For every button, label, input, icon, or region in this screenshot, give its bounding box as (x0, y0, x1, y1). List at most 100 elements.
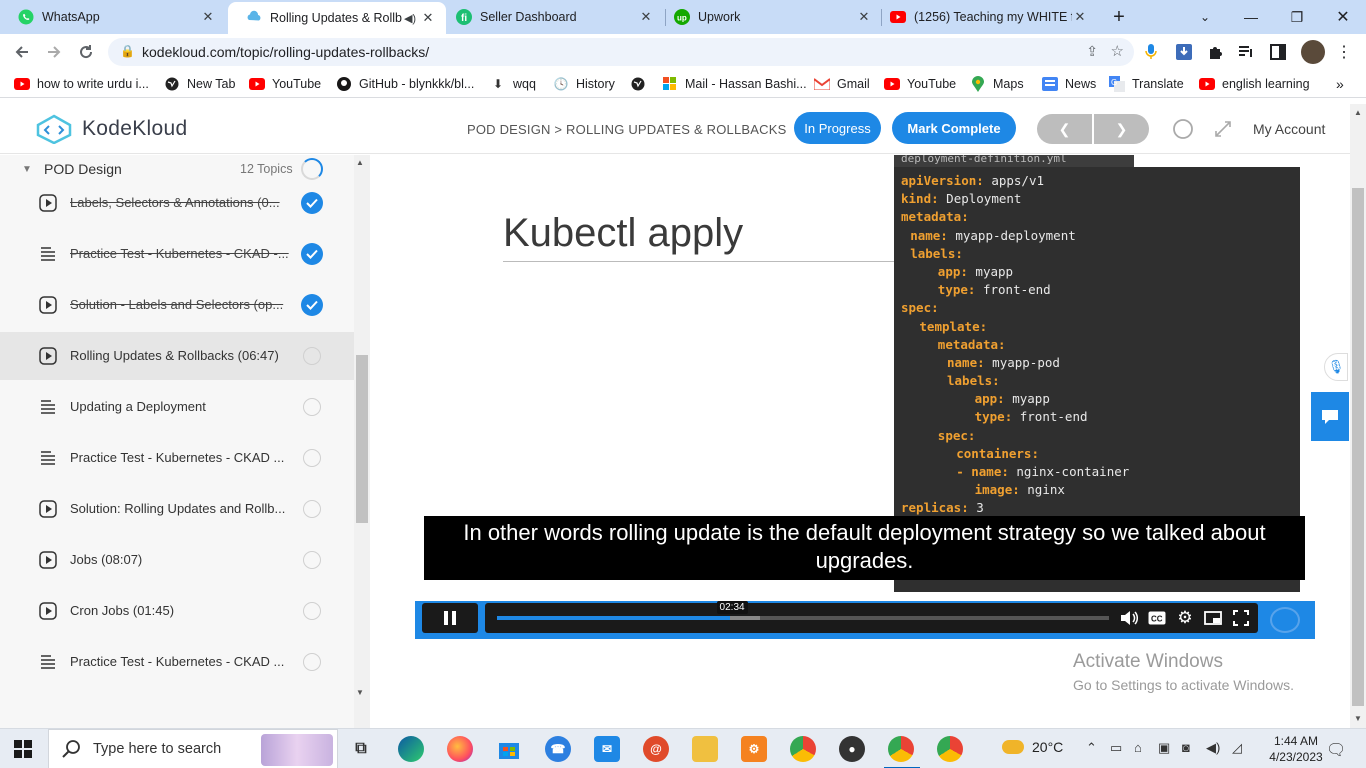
url-text[interactable]: kodekloud.com/topic/rolling-updates-roll… (142, 44, 429, 60)
bookmark-item[interactable]: YouTube (884, 75, 956, 93)
mark-complete-button[interactable]: Mark Complete (892, 112, 1016, 144)
minimize-icon[interactable]: — (1228, 0, 1274, 34)
seek-bar[interactable]: 02:34 (497, 601, 1109, 620)
closed-captions-icon[interactable]: CC (1147, 608, 1167, 628)
tray-camera-icon[interactable]: ◙ (1182, 740, 1190, 755)
settings-app-icon[interactable]: ⚙ (741, 736, 767, 762)
tab-youtube[interactable]: (1256) Teaching my WHITE fr ✕ (882, 0, 1098, 34)
mail-icon[interactable]: ✉ (594, 736, 620, 762)
close-icon[interactable]: ✕ (420, 10, 436, 26)
tab-whatsapp[interactable]: WhatsApp ✕ (0, 0, 226, 34)
firefox-icon[interactable] (447, 736, 473, 762)
notifications-icon[interactable]: 🗨 (1326, 740, 1346, 760)
sidebar-lesson-item[interactable]: Solution - Labels and Selectors (op... (0, 281, 354, 329)
download-extension-icon[interactable] (1174, 42, 1194, 62)
wifi-icon[interactable]: ◿ (1232, 740, 1242, 756)
sidebar-lesson-item[interactable]: Jobs (08:07) (0, 536, 354, 584)
system-clock[interactable]: 1:44 AM 4/23/2023 (1264, 733, 1328, 765)
sidebar-scroll-thumb[interactable] (356, 355, 368, 523)
chat-widget-button[interactable] (1311, 392, 1349, 441)
volume-icon[interactable] (1119, 608, 1139, 628)
my-account-link[interactable]: My Account (1253, 121, 1325, 137)
page-scroll-thumb[interactable] (1352, 188, 1364, 706)
breadcrumb[interactable]: POD DESIGN > ROLLING UPDATES & ROLLBACKS (467, 122, 787, 137)
tray-app-icon[interactable]: ▣ (1158, 740, 1170, 756)
chrome-icon[interactable] (790, 736, 816, 762)
tray-device-icon[interactable]: ▭ (1110, 740, 1122, 756)
show-hidden-icons-chevron-icon[interactable]: ⌃ (1086, 740, 1097, 756)
bookmark-item[interactable]: New Tab (164, 75, 235, 93)
tab-rolling-updates[interactable]: Rolling Updates & Rollba ◀) ✕ (228, 2, 446, 34)
bookmark-item[interactable]: YouTube (249, 75, 321, 93)
sidebar-lesson-item[interactable]: Rolling Updates & Rollbacks (06:47) (0, 332, 354, 380)
restore-icon[interactable]: ❐ (1274, 0, 1320, 34)
back-icon[interactable] (10, 40, 34, 64)
new-tab-icon[interactable]: + (1096, 0, 1142, 34)
bookmark-item[interactable]: ⬇ wqq (490, 75, 536, 93)
edge-icon[interactable] (398, 736, 424, 762)
omnibox[interactable]: 🔒 kodekloud.com/topic/rolling-updates-ro… (108, 38, 1134, 66)
reload-icon[interactable] (74, 40, 98, 64)
app-spiral-icon[interactable]: @ (643, 736, 669, 762)
close-icon[interactable]: ✕ (638, 9, 654, 25)
lock-icon[interactable]: 🔒 (120, 44, 135, 58)
side-panel-icon[interactable] (1268, 42, 1288, 62)
page-scroll-up-icon[interactable]: ▲ (1354, 108, 1362, 117)
obs-icon[interactable]: ● (839, 736, 865, 762)
bookmark-item[interactable]: News (1042, 75, 1096, 93)
sidebar-lesson-item[interactable]: Updating a Deployment (0, 383, 354, 431)
chrome-h-profile-icon[interactable] (937, 736, 963, 762)
forward-icon[interactable] (42, 40, 66, 64)
bookmark-item[interactable]: GitHub - blynkkk/bl... (336, 75, 474, 93)
bookmark-item[interactable]: how to write urdu i... (14, 75, 149, 93)
telephone-app-icon[interactable]: ☎ (545, 736, 571, 762)
close-icon[interactable]: ✕ (1072, 9, 1088, 25)
tab-seller-dashboard[interactable]: fi Seller Dashboard ✕ (448, 0, 664, 34)
mic-widget-icon[interactable]: 🎙 (1324, 353, 1348, 381)
close-icon[interactable]: ✕ (856, 9, 872, 25)
caret-down-icon[interactable]: ▼ (22, 164, 32, 175)
sidebar-lesson-item[interactable]: Labels, Selectors & Annotations (0... (0, 179, 354, 227)
bookmark-item[interactable]: english learning (1199, 75, 1310, 93)
bookmark-item[interactable]: Gmail (814, 75, 870, 93)
settings-gear-icon[interactable]: ⚙ (1175, 608, 1195, 628)
previous-lesson-button[interactable]: ❮ (1037, 114, 1092, 144)
bookmark-item[interactable]: Maps (970, 75, 1024, 93)
share-icon[interactable]: ⇪ (1086, 43, 1098, 60)
sidebar-lesson-item[interactable]: Solution: Rolling Updates and Rollb... (0, 485, 354, 533)
bookmarks-overflow-icon[interactable]: » (1336, 75, 1344, 93)
store-icon[interactable] (496, 736, 522, 762)
kodekloud-logo[interactable]: KodeKloud (34, 114, 187, 144)
sidebar-lesson-item[interactable]: Practice Test - Kubernetes - CKAD ... (0, 434, 354, 482)
speaker-icon[interactable]: ◀) (402, 12, 418, 25)
sidebar-lesson-item[interactable]: Practice Test - Kubernetes - CKAD ... (0, 638, 354, 686)
taskbar-search-box[interactable]: Type here to search (48, 729, 338, 768)
close-icon[interactable]: ✕ (200, 9, 216, 25)
weather-widget[interactable]: 20°C (1002, 739, 1063, 755)
dark-mode-icon[interactable] (1172, 118, 1194, 140)
chrome-profile-icon[interactable] (888, 736, 914, 762)
scroll-down-icon[interactable]: ▼ (356, 688, 364, 697)
speaker-icon[interactable]: ◀) (1206, 740, 1220, 756)
menu-kebab-icon[interactable]: ⋮ (1334, 42, 1354, 62)
page-scroll-down-icon[interactable]: ▼ (1354, 714, 1362, 723)
video-player[interactable]: Kubectl apply deployment-definition.yml … (415, 155, 1315, 640)
fullscreen-icon[interactable] (1231, 608, 1251, 628)
picture-in-picture-icon[interactable] (1203, 608, 1223, 628)
sidebar-lesson-item[interactable]: Practice Test - Kubernetes - CKAD -... (0, 230, 354, 278)
pause-button[interactable] (422, 603, 478, 633)
media-control-icon[interactable] (1236, 42, 1256, 62)
task-view-icon[interactable]: ⧉ (348, 736, 374, 762)
bookmark-item[interactable]: G Translate (1109, 75, 1184, 93)
bookmark-item[interactable]: 🕓 History (553, 75, 615, 93)
tab-search-chevron-icon[interactable]: ⌄ (1182, 0, 1228, 34)
bookmark-item[interactable] (630, 75, 653, 93)
fullscreen-expand-icon[interactable] (1212, 118, 1234, 140)
sidebar-lesson-item[interactable]: Cron Jobs (01:45) (0, 587, 354, 635)
next-lesson-button[interactable]: ❯ (1094, 114, 1149, 144)
bookmark-star-icon[interactable]: ☆ (1111, 42, 1124, 60)
windows-start-icon[interactable] (14, 740, 32, 758)
mic-extension-icon[interactable] (1141, 42, 1161, 62)
window-close-icon[interactable]: ✕ (1320, 0, 1366, 34)
profile-avatar[interactable] (1301, 40, 1325, 64)
